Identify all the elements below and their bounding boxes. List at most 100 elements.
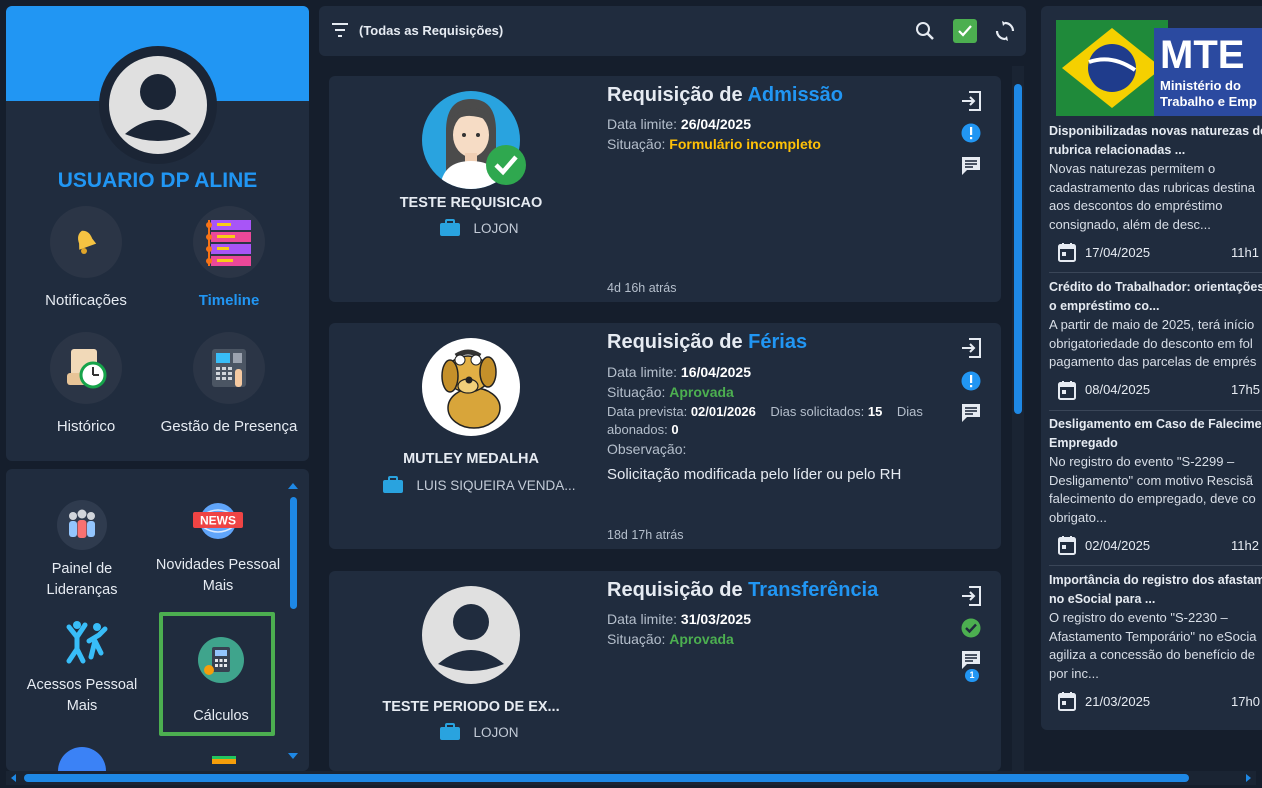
tile-gestao-presenca[interactable]: Gestão de Presença bbox=[159, 332, 299, 437]
request-card[interactable]: TESTE REQUISICAO LOJON Requisição de Adm… bbox=[329, 76, 1001, 302]
open-request-button[interactable] bbox=[959, 584, 983, 608]
dog-avatar-icon bbox=[441, 349, 501, 429]
refresh-icon bbox=[995, 21, 1015, 41]
news-desc: falecimento do empregado, deve co bbox=[1049, 491, 1256, 506]
request-title: Requisição de Transferência bbox=[607, 579, 878, 602]
scroll-thumb[interactable] bbox=[24, 774, 1189, 782]
news-date: 17/04/2025 bbox=[1085, 244, 1151, 260]
divider bbox=[1049, 409, 1262, 411]
status-label: Situação: bbox=[607, 136, 666, 152]
request-kind: Férias bbox=[748, 331, 808, 353]
news-footer: 02/04/2025 11h2 bbox=[1049, 535, 1262, 555]
news-time: 17h5 bbox=[1231, 382, 1260, 397]
login-icon bbox=[962, 586, 981, 606]
deadline-row: Data limite: 31/03/2025 bbox=[607, 609, 751, 629]
request-title: Requisição de Admissão bbox=[607, 84, 843, 107]
status-label: Situação: bbox=[607, 384, 666, 400]
request-card[interactable]: MUTLEY MEDALHA LUIS SIQUEIRA VENDA... Re… bbox=[329, 323, 1001, 549]
check-circle-icon bbox=[961, 618, 981, 638]
calendar-icon bbox=[1058, 536, 1076, 555]
refresh-button[interactable] bbox=[993, 19, 1017, 43]
deadline-label: Data limite: bbox=[607, 116, 678, 132]
news-desc: A partir de maio de 2025, terá início bbox=[1049, 317, 1255, 332]
company-row: LOJON bbox=[369, 219, 589, 237]
title-prefix: Requisição de bbox=[607, 84, 743, 106]
scroll-down-icon[interactable] bbox=[288, 753, 298, 759]
news-title: Disponibilizadas novas naturezas de bbox=[1049, 124, 1262, 138]
person-name: MUTLEY MEDALHA bbox=[403, 451, 539, 467]
person-name: TESTE REQUISICAO bbox=[399, 195, 543, 211]
news-desc: por inc... bbox=[1049, 665, 1099, 681]
news-title: no eSocial para ... bbox=[1049, 591, 1156, 606]
person-name: TESTE PERIODO DE EX... bbox=[382, 699, 560, 715]
login-icon bbox=[962, 338, 981, 358]
request-title: Requisição de Férias bbox=[607, 331, 807, 354]
page-horizontal-scrollbar[interactable] bbox=[6, 771, 1256, 785]
scroll-right-icon[interactable] bbox=[1246, 774, 1251, 782]
search-button[interactable] bbox=[913, 19, 937, 43]
filter-label[interactable]: (Todas as Requisições) bbox=[359, 23, 503, 38]
news-item[interactable]: Importância do registro dos afastam no e… bbox=[1049, 571, 1262, 711]
divider bbox=[1049, 565, 1262, 566]
news-desc: Novas naturezas permitem o bbox=[1049, 161, 1216, 176]
news-title: o empréstimo co... bbox=[1049, 298, 1160, 313]
news-time: 11h1 bbox=[1231, 244, 1259, 260]
pending-status-button[interactable] bbox=[959, 121, 983, 145]
mte-logo[interactable]: MTE Ministério do Trabalho e Emp bbox=[1056, 14, 1262, 120]
person-photo bbox=[422, 586, 520, 684]
requests-scrollbar[interactable] bbox=[1012, 66, 1024, 771]
news-item[interactable]: Crédito do Trabalhador: orientações o em… bbox=[1049, 278, 1262, 411]
comment-count-badge: 1 bbox=[965, 669, 979, 682]
open-request-button[interactable] bbox=[959, 89, 983, 113]
shortcut-painel-liderancas[interactable]: Painel de Lideranças bbox=[12, 497, 152, 601]
approved-status-button[interactable] bbox=[959, 616, 983, 640]
tile-notificacoes[interactable]: Notificações bbox=[16, 206, 156, 311]
scroll-left-icon[interactable] bbox=[11, 774, 16, 782]
news-title: rubrica relacionadas ... bbox=[1049, 142, 1186, 157]
comments-button[interactable] bbox=[959, 401, 983, 425]
open-request-button[interactable] bbox=[959, 336, 983, 360]
news-item[interactable]: Disponibilizadas novas naturezas de rubr… bbox=[1049, 122, 1262, 273]
news-desc: O registro do evento "S-2230 – bbox=[1049, 610, 1228, 625]
scroll-up-icon[interactable] bbox=[288, 483, 298, 489]
news-footer: 21/03/2025 17h0 bbox=[1049, 691, 1262, 711]
news-badge-text: NEWS bbox=[200, 514, 236, 528]
tile-historico[interactable]: Histórico bbox=[16, 332, 156, 437]
news-desc: consignado, além de desc... bbox=[1049, 216, 1211, 232]
partial-shortcut-icon[interactable] bbox=[58, 747, 106, 771]
partial-shortcut-icon[interactable] bbox=[212, 756, 236, 764]
shortcut-calculos[interactable]: Cálculos bbox=[151, 632, 291, 727]
news-item[interactable]: Desligamento em Caso de Falecime Emprega… bbox=[1049, 415, 1262, 566]
user-name: USUARIO DP ALINE bbox=[57, 169, 258, 192]
history-icon bbox=[50, 332, 122, 404]
person-photo bbox=[422, 338, 520, 436]
briefcase-icon bbox=[440, 723, 461, 740]
pending-status-button[interactable] bbox=[959, 369, 983, 393]
comments-button[interactable] bbox=[959, 154, 983, 178]
news-desc: Afastamento Temporário" no eSocia bbox=[1049, 628, 1257, 644]
news-footer: 17/04/2025 11h1 bbox=[1049, 242, 1262, 262]
tile-timeline[interactable]: Timeline bbox=[159, 206, 299, 311]
avatar[interactable] bbox=[99, 46, 217, 164]
news-desc: Desligamento" com motivo Rescisã bbox=[1049, 472, 1254, 488]
comment-icon bbox=[962, 157, 980, 175]
scroll-thumb[interactable] bbox=[1014, 84, 1022, 414]
filter-icon[interactable] bbox=[331, 21, 349, 44]
deadline-label: Data limite: bbox=[607, 611, 678, 627]
news-title: Desligamento em Caso de Falecime bbox=[1049, 417, 1262, 431]
request-card[interactable]: TESTE PERIODO DE EX... LOJON Requisição … bbox=[329, 571, 1001, 771]
search-icon bbox=[916, 22, 934, 40]
shortcut-label: Novidades Pessoal Mais bbox=[155, 557, 281, 594]
select-all-button[interactable] bbox=[953, 19, 977, 43]
scroll-thumb[interactable] bbox=[290, 497, 297, 609]
shortcut-novidades[interactable]: NEWS Novidades Pessoal Mais bbox=[148, 493, 288, 597]
requested-value: 15 bbox=[867, 404, 883, 419]
shortcut-calculos-selected[interactable]: Cálculos bbox=[159, 612, 275, 736]
company-row: LOJON bbox=[369, 723, 589, 741]
people-jump-icon bbox=[54, 613, 110, 669]
news-date: 21/03/2025 bbox=[1085, 693, 1151, 709]
divider bbox=[1049, 272, 1262, 273]
shortcut-acessos[interactable]: Acessos Pessoal Mais bbox=[12, 613, 152, 717]
timeline-icon bbox=[193, 206, 265, 278]
shortcuts-scrollbar[interactable] bbox=[288, 481, 298, 761]
